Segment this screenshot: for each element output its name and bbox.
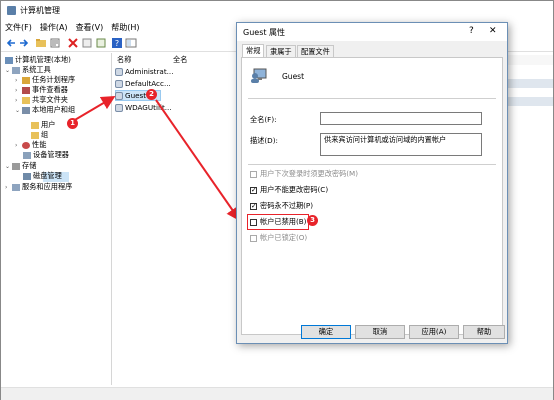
step-badge-2: 2 bbox=[146, 89, 157, 100]
cannot-change-password-checkbox[interactable]: 用户不能更改密码(C) bbox=[250, 185, 328, 195]
step-badge-1: 1 bbox=[67, 118, 78, 129]
must-change-password-checkbox[interactable]: 用户下次登录时须更改密码(M) bbox=[250, 169, 358, 179]
tab-general[interactable]: 常规 bbox=[242, 44, 265, 58]
checkbox-box-checked[interactable] bbox=[250, 201, 257, 211]
dialog-help-button[interactable]: ? bbox=[469, 26, 474, 36]
checkbox-box-checked[interactable] bbox=[250, 185, 257, 195]
help-button[interactable]: 帮助 bbox=[463, 325, 505, 339]
dialog-title: Guest 属性 bbox=[243, 28, 286, 37]
ok-button[interactable]: 确定 bbox=[301, 325, 351, 339]
dialog-title-bar: Guest 属性 ? ✕ bbox=[237, 23, 507, 41]
checkbox-box[interactable] bbox=[250, 170, 257, 178]
password-never-expires-checkbox[interactable]: 密码永不过期(P) bbox=[250, 201, 313, 211]
separator bbox=[248, 98, 496, 99]
highlight-box bbox=[247, 214, 309, 230]
general-tab-panel: Guest 全名(F): 描述(D): 供来宾访问计算机或访问域的内置帐户 用户… bbox=[241, 57, 503, 335]
cancel-button[interactable]: 取消 bbox=[355, 325, 405, 339]
arrow-to-disabled-checkbox bbox=[155, 99, 241, 222]
fullname-input[interactable] bbox=[320, 112, 482, 125]
username-text: Guest bbox=[282, 72, 305, 81]
dialog-close-button[interactable]: ✕ bbox=[489, 26, 497, 36]
user-monitor-icon bbox=[251, 68, 267, 83]
description-label: 描述(D): bbox=[250, 136, 278, 145]
description-input[interactable]: 供来宾访问计算机或访问域的内置帐户 bbox=[320, 133, 482, 156]
account-locked-checkbox[interactable]: 帐户已锁定(O) bbox=[250, 233, 307, 243]
step-badge-3: 3 bbox=[307, 215, 318, 226]
checkbox-box[interactable] bbox=[250, 234, 257, 242]
separator bbox=[248, 164, 496, 165]
apply-button[interactable]: 应用(A) bbox=[409, 325, 459, 339]
fullname-label: 全名(F): bbox=[250, 115, 277, 124]
guest-properties-dialog: Guest 属性 ? ✕ 常规 隶属于 配置文件 Guest 全名(F): 描述… bbox=[236, 22, 508, 344]
